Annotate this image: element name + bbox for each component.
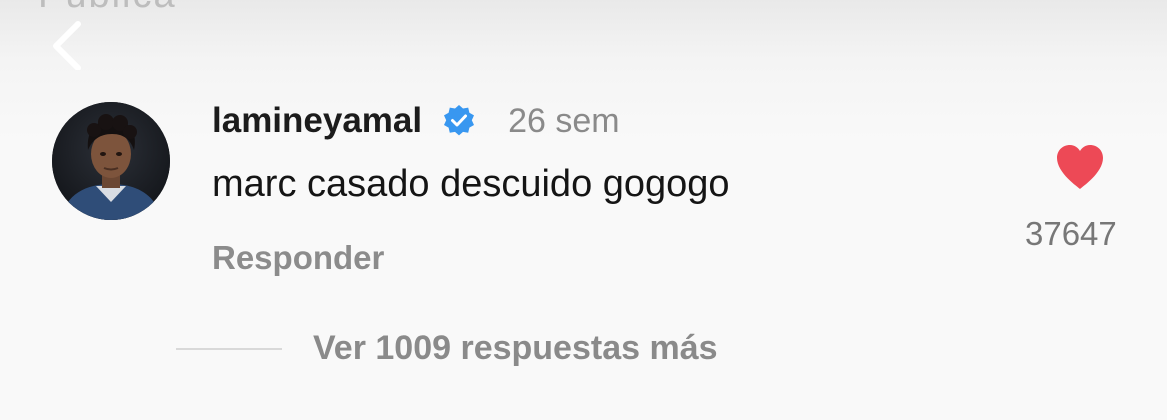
view-more-replies-button[interactable]: Ver 1009 respuestas más	[313, 329, 718, 368]
heart-icon	[1054, 143, 1106, 191]
chevron-left-icon	[40, 10, 96, 70]
replies-divider	[176, 348, 282, 350]
timestamp: 26 sem	[508, 101, 620, 140]
comment-text: marc casado descuido gogogo	[212, 163, 730, 205]
username[interactable]: lamineyamal	[212, 101, 422, 141]
like-button[interactable]	[1054, 143, 1106, 191]
comment-header: lamineyamal 26 sem	[212, 96, 620, 146]
back-button[interactable]	[40, 10, 96, 70]
avatar[interactable]	[52, 102, 170, 220]
reply-button[interactable]: Responder	[212, 239, 384, 277]
verified-badge-icon	[442, 104, 476, 138]
like-count: 37647	[1025, 215, 1117, 252]
